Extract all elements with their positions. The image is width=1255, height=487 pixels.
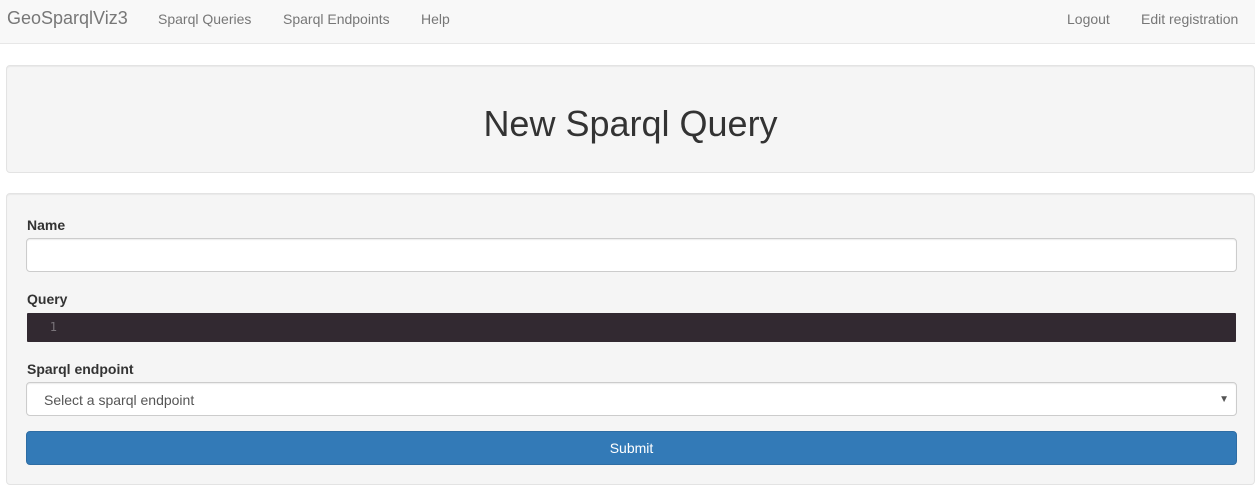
line-number: 1 xyxy=(49,320,57,334)
caret-down-icon: ▼ xyxy=(1219,394,1229,405)
query-editor[interactable]: 1 xyxy=(27,313,1236,342)
sparql-endpoint-label: Sparql endpoint xyxy=(27,361,134,377)
nav-link-logout[interactable]: Logout xyxy=(1067,11,1110,27)
nav-link-sparql-endpoints[interactable]: Sparql Endpoints xyxy=(283,11,390,27)
query-form: Name Query 1 Sparql endpoint Select a sp… xyxy=(6,193,1255,485)
name-label: Name xyxy=(27,217,66,233)
submit-button[interactable]: Submit xyxy=(26,431,1237,465)
name-input[interactable] xyxy=(26,238,1237,272)
nav-link-sparql-queries[interactable]: Sparql Queries xyxy=(158,11,251,27)
query-label: Query xyxy=(27,291,68,307)
page-title: New Sparql Query xyxy=(483,103,778,144)
nav-link-help[interactable]: Help xyxy=(421,11,450,27)
top-navbar: GeoSparqlViz3 Sparql Queries Sparql Endp… xyxy=(0,0,1255,44)
sparql-endpoint-selected-value: Select a sparql endpoint xyxy=(44,392,195,408)
sparql-endpoint-select[interactable]: Select a sparql endpoint ▼ xyxy=(26,382,1237,416)
nav-link-edit-registration[interactable]: Edit registration xyxy=(1141,11,1238,27)
brand-link[interactable]: GeoSparqlViz3 xyxy=(7,8,128,28)
page-header: New Sparql Query xyxy=(6,65,1255,173)
